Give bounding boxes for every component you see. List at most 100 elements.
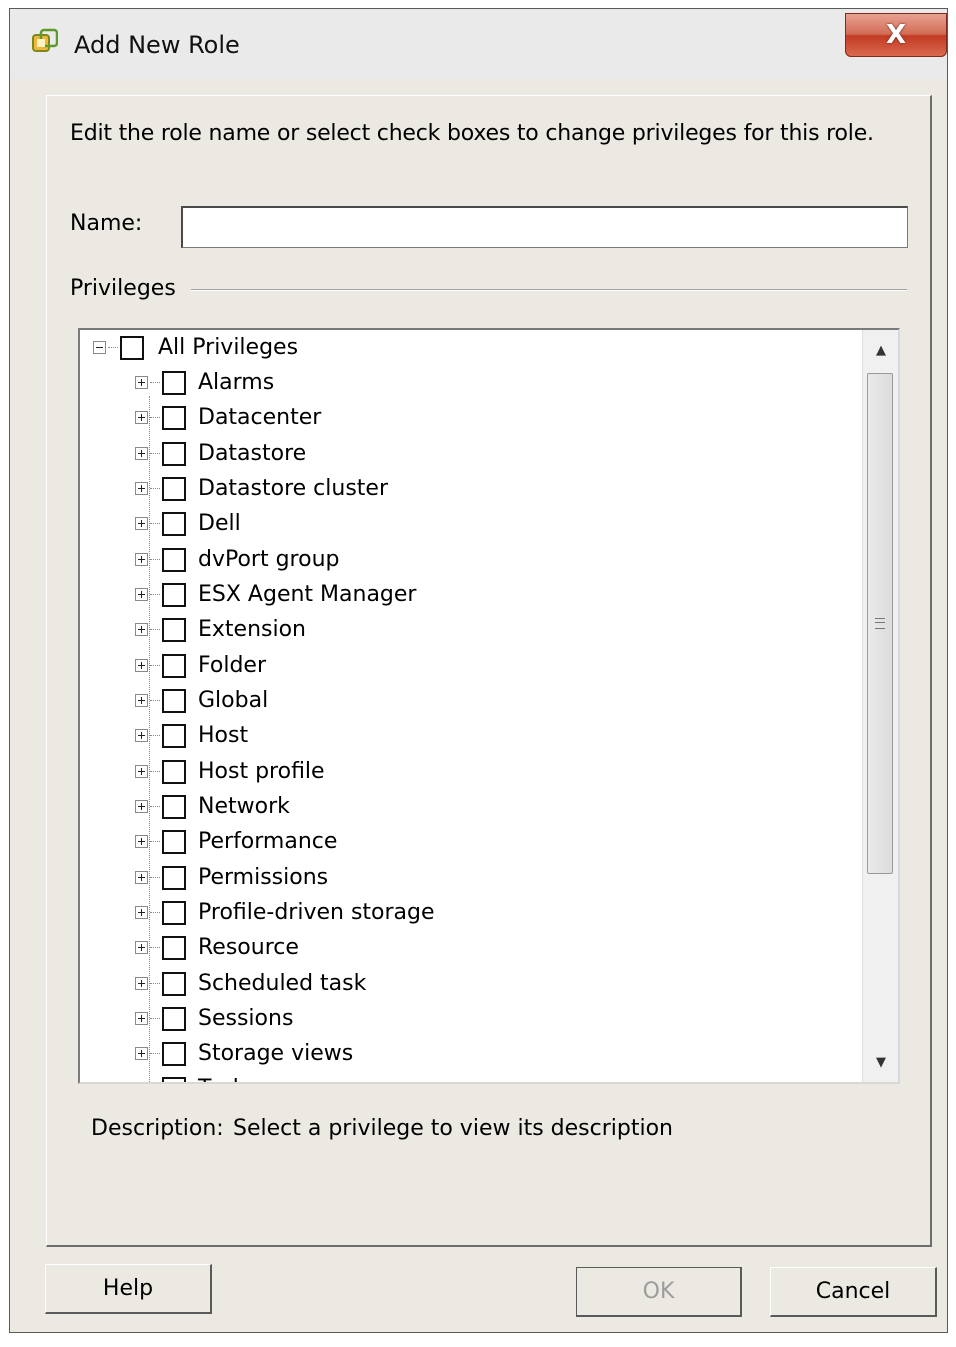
scroll-up-arrow-icon[interactable]: ▲ (863, 332, 898, 368)
plus-box-icon[interactable] (135, 941, 148, 954)
tree-dots (150, 912, 160, 913)
tree-dots (150, 665, 160, 666)
plus-box-icon[interactable] (135, 977, 148, 990)
tree-item-host[interactable]: Host (135, 718, 248, 753)
plus-box-icon[interactable] (135, 376, 148, 389)
privileges-tree[interactable]: All Privileges Alarms Datacenter Datasto… (78, 328, 900, 1084)
tree-item-permissions[interactable]: Permissions (135, 860, 328, 895)
checkbox-permissions[interactable] (162, 865, 186, 890)
add-new-role-dialog: Add New Role X Edit the role name or sel… (9, 8, 948, 1333)
tree-item-label: Datastore cluster (198, 476, 388, 501)
tree-item-folder[interactable]: Folder (135, 648, 266, 683)
tree-item-label: Permissions (198, 865, 329, 890)
checkbox-storage-views[interactable] (162, 1041, 186, 1066)
plus-box-icon[interactable] (135, 800, 148, 813)
tree-item-storage-views[interactable]: Storage views (135, 1036, 353, 1071)
plus-box-icon[interactable] (135, 517, 148, 530)
checkbox-esx-agent-manager[interactable] (162, 582, 186, 607)
checkbox-performance[interactable] (162, 829, 186, 854)
checkbox-folder[interactable] (162, 653, 186, 678)
tree-dots (150, 841, 160, 842)
checkbox-dell[interactable] (162, 511, 186, 536)
tree-item-esx-agent-manager[interactable]: ESX Agent Manager (135, 577, 416, 612)
plus-box-icon[interactable] (135, 411, 148, 424)
checkbox-scheduled-task[interactable] (162, 971, 186, 996)
checkbox-sessions[interactable] (162, 1006, 186, 1031)
role-panel: Edit the role name or select check boxes… (46, 95, 932, 1247)
plus-box-icon[interactable] (135, 588, 148, 601)
plus-box-icon[interactable] (135, 1012, 148, 1025)
checkbox-resource[interactable] (162, 935, 186, 960)
tree-item-dvport-group[interactable]: dvPort group (135, 542, 340, 577)
cancel-button[interactable]: Cancel (770, 1267, 937, 1317)
tree-item-label: Resource (198, 935, 299, 960)
checkbox-global[interactable] (162, 688, 186, 713)
tree-item-host-profile[interactable]: Host profile (135, 754, 325, 789)
plus-box-icon[interactable] (135, 835, 148, 848)
plus-box-icon[interactable] (135, 659, 148, 672)
tree-item-resource[interactable]: Resource (135, 930, 299, 965)
tree-item-label: Tasks (198, 1076, 257, 1082)
tree-item-scheduled-task[interactable]: Scheduled task (135, 966, 366, 1001)
scroll-down-arrow-icon[interactable]: ▼ (863, 1044, 898, 1080)
tree-scrollbar[interactable]: ▲ ▼ (862, 330, 898, 1082)
help-button[interactable]: Help (45, 1264, 212, 1314)
tree-item-tasks[interactable]: Tasks (135, 1071, 257, 1084)
tree-item-label: Scheduled task (198, 971, 367, 996)
checkbox-datastore[interactable] (162, 441, 186, 466)
close-button[interactable]: X (845, 13, 947, 57)
plus-box-icon[interactable] (135, 1047, 148, 1060)
name-input[interactable] (181, 206, 908, 248)
tree-dots (150, 594, 160, 595)
tree-item-datastore[interactable]: Datastore (135, 436, 306, 471)
ok-button[interactable]: OK (576, 1267, 742, 1317)
instructions-text: Edit the role name or select check boxes… (70, 121, 874, 146)
checkbox-host-profile[interactable] (162, 759, 186, 784)
checkbox-all-privileges[interactable] (120, 335, 144, 360)
plus-box-icon[interactable] (135, 729, 148, 742)
checkbox-dvport-group[interactable] (162, 547, 186, 572)
plus-box-icon[interactable] (135, 765, 148, 778)
grip-icon (875, 618, 885, 629)
tree-item-alarms[interactable]: Alarms (135, 365, 274, 400)
minus-box-icon[interactable] (93, 341, 106, 354)
tree-dots (150, 629, 160, 630)
plus-box-icon[interactable] (135, 1082, 148, 1084)
scroll-thumb[interactable] (867, 373, 893, 874)
tree-item-datastore-cluster[interactable]: Datastore cluster (135, 471, 388, 506)
checkbox-datastore-cluster[interactable] (162, 476, 186, 501)
tree-item-sessions[interactable]: Sessions (135, 1001, 293, 1036)
tree-item-datacenter[interactable]: Datacenter (135, 400, 321, 435)
checkbox-network[interactable] (162, 794, 186, 819)
checkbox-alarms[interactable] (162, 370, 186, 395)
tree-item-dell[interactable]: Dell (135, 506, 241, 541)
tree-dots (150, 523, 160, 524)
tree-dots (150, 806, 160, 807)
plus-box-icon[interactable] (135, 871, 148, 884)
checkbox-host[interactable] (162, 723, 186, 748)
tree-item-global[interactable]: Global (135, 683, 268, 718)
checkbox-datacenter[interactable] (162, 405, 186, 430)
tree-item-performance[interactable]: Performance (135, 824, 337, 859)
description-label: Description: (91, 1116, 224, 1141)
checkbox-tasks[interactable] (162, 1076, 186, 1082)
tree-item-network[interactable]: Network (135, 789, 290, 824)
tree-item-profile-driven-storage[interactable]: Profile-driven storage (135, 895, 435, 930)
plus-box-icon[interactable] (135, 623, 148, 636)
tree-item-extension[interactable]: Extension (135, 612, 306, 647)
tree-item-label: Dell (198, 511, 241, 536)
tree-dots (150, 983, 160, 984)
plus-box-icon[interactable] (135, 694, 148, 707)
tree-item-label: Datastore (198, 441, 307, 466)
tree-item-label: Network (198, 794, 290, 819)
plus-box-icon[interactable] (135, 553, 148, 566)
tree-item-label: Host (198, 723, 249, 748)
tree-dots (150, 559, 160, 560)
checkbox-profile-driven-storage[interactable] (162, 900, 186, 925)
plus-box-icon[interactable] (135, 482, 148, 495)
plus-box-icon[interactable] (135, 906, 148, 919)
tree-item-all-privileges[interactable]: All Privileges (93, 330, 298, 365)
plus-box-icon[interactable] (135, 447, 148, 460)
title-bar[interactable]: Add New Role X (10, 9, 947, 79)
checkbox-extension[interactable] (162, 617, 186, 642)
